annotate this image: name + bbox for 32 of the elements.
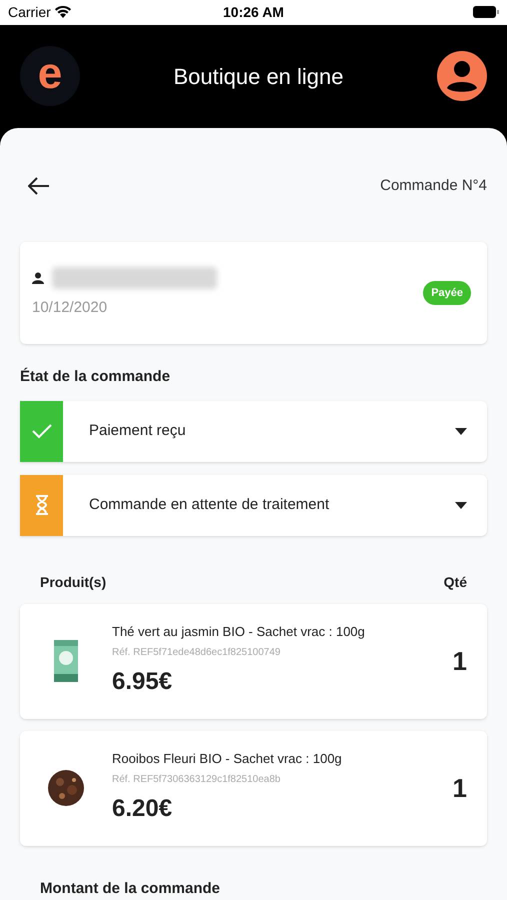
product-price: 6.20€ xyxy=(112,794,174,824)
status-step[interactable]: Paiement reçu xyxy=(20,400,487,462)
profile-icon[interactable] xyxy=(437,51,487,102)
product-name: Thé vert au jasmin BIO - Sachet vrac : 100g xyxy=(112,622,366,641)
order-number: Commande N°4 xyxy=(380,176,487,196)
back-arrow-icon[interactable] xyxy=(28,177,50,195)
checkmark-icon xyxy=(30,423,52,439)
product-quantity: 1 xyxy=(452,772,467,804)
product-price: 6.95€ xyxy=(112,667,174,698)
wifi-icon xyxy=(54,6,71,18)
product-reference: Réf. REF5f71ede48d6ec1f825100749 xyxy=(112,646,282,660)
clock-time: 10:26 AM xyxy=(223,2,284,22)
carrier-label: Carrier xyxy=(8,2,51,22)
product-quantity: 1 xyxy=(452,644,467,678)
person-icon xyxy=(32,272,44,284)
battery-icon xyxy=(472,6,499,18)
logo-icon: e xyxy=(20,46,80,106)
order-date: 10/12/2020 xyxy=(32,298,108,318)
section-title: État de la commande xyxy=(20,366,172,387)
step-label: Commande en attente de traitement xyxy=(89,494,330,515)
dropdown-caret-icon xyxy=(455,428,467,434)
quantity-column-header: Qté xyxy=(444,572,467,592)
app-title: Boutique en ligne xyxy=(173,62,344,91)
product-reference: Réf. REF5f7306363129c1f82510ea8b xyxy=(112,773,282,788)
step-label: Paiement reçu xyxy=(89,420,187,441)
section-title: Montant de la commande xyxy=(39,878,222,898)
product-name: Rooibos Fleuri BIO - Sachet vrac : 100g xyxy=(112,750,343,768)
product-column-header: Produit(s) xyxy=(40,572,106,592)
status-badge: Payée xyxy=(423,280,471,306)
status-step[interactable]: Commande en attente de traitement xyxy=(20,474,487,536)
dropdown-caret-icon xyxy=(455,502,467,508)
hourglass-icon xyxy=(34,495,48,515)
